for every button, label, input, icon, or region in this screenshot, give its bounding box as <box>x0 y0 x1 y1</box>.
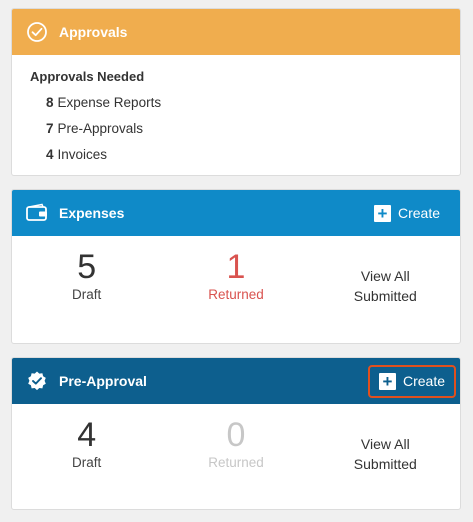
approvals-card: Approvals Approvals Needed 8 Expense Repo… <box>11 8 461 176</box>
check-badge-icon <box>24 368 50 394</box>
returned-count: 0 <box>226 416 246 454</box>
returned-count: 1 <box>226 248 246 286</box>
approval-label: Expense Reports <box>57 95 162 110</box>
expenses-returned[interactable]: 1 Returned <box>161 236 310 302</box>
expenses-stats: 5 Draft 1 Returned View All Submitted <box>12 236 460 342</box>
expenses-header: Expenses + Create <box>12 190 460 236</box>
wallet-icon <box>24 200 50 226</box>
approval-count: 8 <box>46 95 54 110</box>
approval-item-invoices[interactable]: 4 Invoices <box>46 142 442 168</box>
approvals-body: Approvals Needed 8 Expense Reports 7 Pre-A… <box>12 55 460 175</box>
expenses-title: Expenses <box>59 205 125 221</box>
expenses-view-all-submitted-link[interactable]: View All Submitted <box>311 236 460 306</box>
expenses-draft[interactable]: 5 Draft <box>12 236 161 302</box>
draft-label: Draft <box>72 455 102 470</box>
preapproval-draft[interactable]: 4 Draft <box>12 404 161 470</box>
approval-item-pre-approvals[interactable]: 7 Pre-Approvals <box>46 116 442 142</box>
view-all-label: View All Submitted <box>353 268 417 304</box>
approval-item-expense-reports[interactable]: 8 Expense Reports <box>46 90 442 116</box>
draft-count: 4 <box>77 416 97 454</box>
preapproval-stats: 4 Draft 0 Returned View All Submitted <box>12 404 460 509</box>
draft-label: Draft <box>72 287 102 302</box>
plus-icon: + <box>378 372 396 390</box>
draft-count: 5 <box>77 248 97 286</box>
create-label: Create <box>397 205 440 221</box>
preapproval-header: Pre-Approval + Create <box>12 358 460 404</box>
approvals-title: Approvals <box>59 24 128 40</box>
expenses-create-button[interactable]: + Create <box>366 199 448 228</box>
approval-count: 4 <box>46 147 54 162</box>
plus-icon: + <box>373 204 391 222</box>
approval-label: Invoices <box>57 147 108 162</box>
approval-count: 7 <box>46 121 54 136</box>
view-all-label: View All Submitted <box>353 436 417 472</box>
expenses-card: Expenses + Create 5 Draft 1 Returned Vie… <box>11 189 461 344</box>
preapproval-view-all-submitted-link[interactable]: View All Submitted <box>311 404 460 474</box>
preapproval-card: Pre-Approval + Create 4 Draft 0 Returned… <box>11 357 461 510</box>
preapproval-title: Pre-Approval <box>59 373 147 389</box>
preapproval-returned[interactable]: 0 Returned <box>161 404 310 470</box>
check-circle-icon <box>24 19 50 45</box>
returned-label: Returned <box>208 287 264 302</box>
returned-label: Returned <box>208 455 264 470</box>
approval-label: Pre-Approvals <box>57 121 144 136</box>
preapproval-create-button[interactable]: + Create <box>367 364 456 398</box>
approvals-header: Approvals <box>12 9 460 55</box>
approvals-needed-title: Approvals Needed <box>30 69 145 84</box>
create-label: Create <box>402 373 445 389</box>
